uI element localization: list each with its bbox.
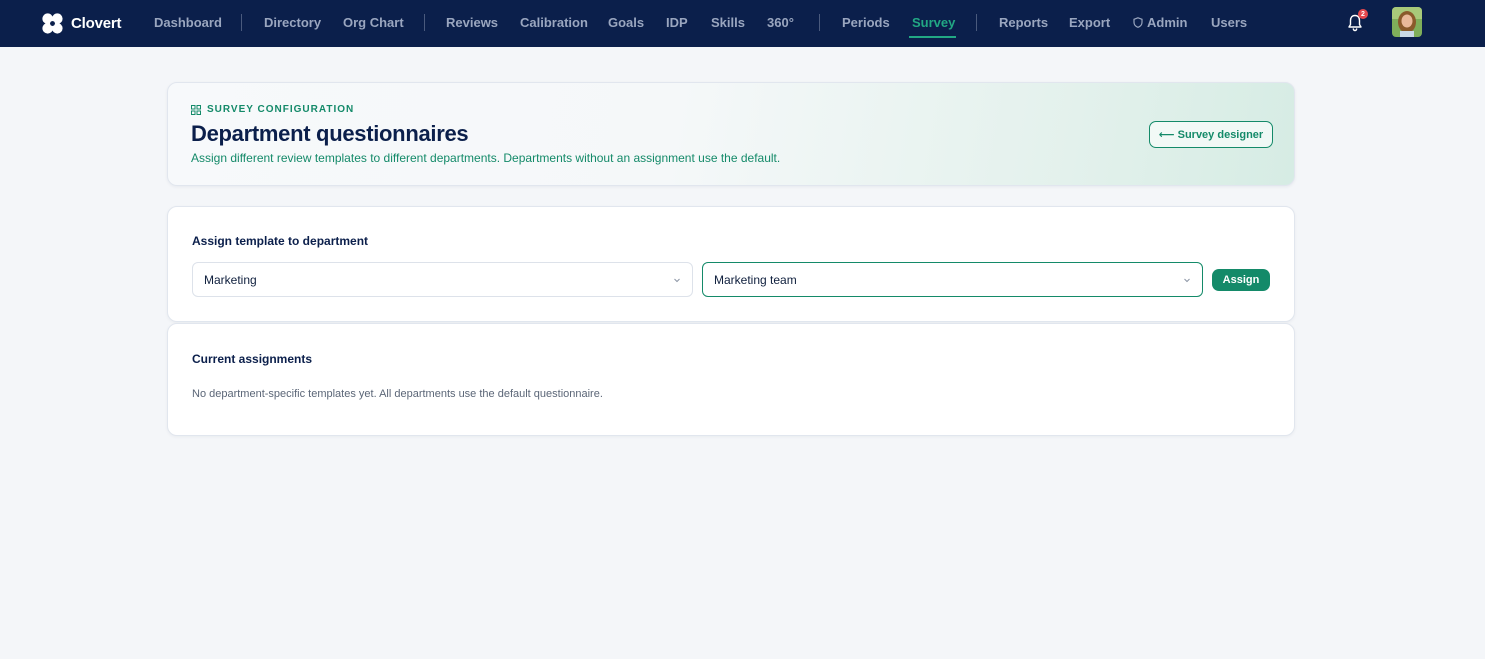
template-select[interactable]: Marketing team — [702, 262, 1203, 297]
nav-item-org-chart[interactable]: Org Chart — [343, 15, 404, 30]
chevron-down-icon — [1184, 278, 1190, 283]
section-eyebrow: SURVEY CONFIGURATION — [191, 104, 354, 115]
nav-item-periods[interactable]: Periods — [842, 15, 890, 30]
nav-item-dashboard[interactable]: Dashboard — [154, 15, 222, 30]
nav-divider — [976, 14, 977, 31]
nav-item-360[interactable]: 360° — [767, 15, 794, 30]
page-title: Department questionnaires — [191, 121, 469, 146]
assign-template-card: Assign template to department Marketing … — [167, 206, 1295, 322]
nav-item-reports[interactable]: Reports — [999, 15, 1048, 30]
nav-divider — [424, 14, 425, 31]
brand-logo[interactable]: Clovert — [40, 10, 121, 36]
notification-badge: 2 — [1358, 9, 1368, 19]
nav-item-survey[interactable]: Survey — [912, 15, 955, 30]
clover-logo-icon — [42, 12, 63, 34]
nav-item-skills[interactable]: Skills — [711, 15, 745, 30]
assign-button[interactable]: Assign — [1212, 269, 1270, 291]
nav-item-admin[interactable]: Admin — [1133, 15, 1187, 30]
shield-icon — [1133, 17, 1143, 28]
active-tab-indicator — [909, 36, 956, 38]
grid-icon — [191, 104, 201, 115]
top-nav: Clovert Dashboard Directory Org Chart Re… — [0, 0, 1485, 47]
nav-item-admin-label: Admin — [1147, 15, 1188, 30]
current-assignments-card: Current assignments No department-specif… — [167, 323, 1295, 436]
survey-designer-button[interactable]: ⟵ Survey designer — [1149, 121, 1273, 148]
avatar[interactable] — [1392, 7, 1422, 37]
current-assignments-title: Current assignments — [192, 352, 313, 366]
nav-item-goals[interactable]: Goals — [608, 15, 644, 30]
brand-name: Clovert — [71, 14, 122, 32]
department-select-value: Marketing — [204, 273, 257, 287]
eyebrow-label: SURVEY CONFIGURATION — [207, 104, 355, 115]
nav-divider — [241, 14, 242, 31]
chevron-down-icon — [674, 278, 680, 283]
page-header-card: SURVEY CONFIGURATION Department question… — [167, 82, 1295, 186]
nav-divider — [819, 14, 820, 31]
department-select[interactable]: Marketing — [192, 262, 693, 297]
nav-item-calibration[interactable]: Calibration — [520, 15, 588, 30]
template-select-value: Marketing team — [714, 273, 797, 287]
nav-item-export[interactable]: Export — [1069, 15, 1110, 30]
nav-item-directory[interactable]: Directory — [264, 15, 321, 30]
assign-card-title: Assign template to department — [192, 234, 369, 248]
nav-item-idp[interactable]: IDP — [666, 15, 688, 30]
nav-item-reviews[interactable]: Reviews — [446, 15, 498, 30]
empty-state-text: No department-specific templates yet. Al… — [192, 388, 603, 400]
user-avatar-photo — [1392, 7, 1422, 37]
nav-item-users[interactable]: Users — [1211, 15, 1247, 30]
page-subtitle: Assign different review templates to dif… — [191, 151, 781, 165]
